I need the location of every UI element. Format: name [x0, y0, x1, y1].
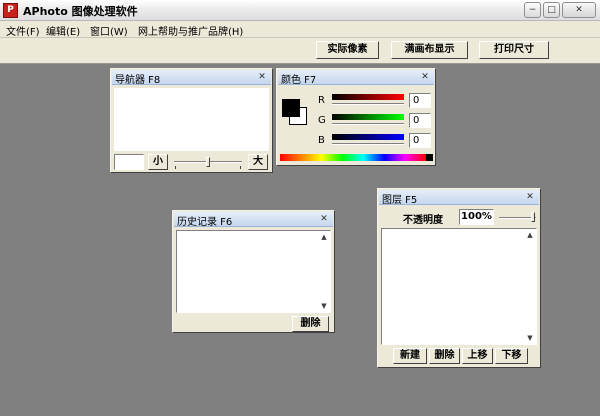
- navigator-title: 导航器 F8: [115, 75, 161, 86]
- zoom-in-button[interactable]: 大: [248, 154, 268, 170]
- layer-new-button[interactable]: 新建: [393, 348, 427, 364]
- layers-title: 图层 F5: [382, 195, 418, 206]
- channel-g-label: G: [318, 115, 326, 126]
- zoom-slider-thumb[interactable]: [206, 157, 210, 167]
- slider-tick: [240, 166, 241, 169]
- menu-edit[interactable]: 编辑(E): [46, 23, 80, 38]
- channel-r-value[interactable]: 0: [409, 93, 431, 108]
- navigator-preview: [114, 88, 269, 151]
- fit-screen-button[interactable]: 满画布显示: [391, 41, 468, 59]
- channel-r-slider[interactable]: [332, 103, 404, 105]
- close-button[interactable]: ✕: [562, 2, 596, 18]
- minimize-button[interactable]: −: [524, 2, 541, 18]
- scroll-up-icon[interactable]: ▲: [525, 231, 535, 239]
- layers-list[interactable]: ▲ ▼: [381, 228, 537, 345]
- scroll-down-icon[interactable]: ▼: [525, 334, 535, 342]
- layer-delete-button[interactable]: 删除: [429, 348, 460, 364]
- close-icon[interactable]: ✕: [420, 72, 430, 82]
- color-title: 颜色 F7: [281, 75, 317, 86]
- opacity-label: 不透明度: [403, 215, 443, 226]
- history-title: 历史记录 F6: [177, 217, 233, 228]
- history-list[interactable]: ▲ ▼: [176, 230, 331, 313]
- app-icon: P: [3, 3, 18, 18]
- layer-move-down-button[interactable]: 下移: [495, 348, 528, 364]
- layers-titlebar[interactable]: 图层 F5 ✕: [379, 190, 539, 206]
- scroll-up-icon[interactable]: ▲: [319, 233, 329, 241]
- scroll-down-icon[interactable]: ▼: [319, 302, 329, 310]
- navigator-zoom-input[interactable]: [114, 154, 144, 170]
- spectrum-black-swatch[interactable]: [426, 154, 433, 161]
- channel-g-gradient: [332, 114, 404, 120]
- actual-pixels-button[interactable]: 实际像素: [316, 41, 379, 59]
- opacity-slider-thumb[interactable]: [531, 212, 535, 222]
- color-titlebar[interactable]: 颜色 F7 ✕: [278, 70, 434, 86]
- menu-help[interactable]: 网上帮助与推广品牌(H): [138, 23, 243, 38]
- channel-b-label: B: [318, 135, 325, 146]
- window-title: APhoto 图像处理软件: [23, 5, 138, 18]
- layers-panel: 图层 F5 ✕ 不透明度 100% ▲ ▼ 新建 删除 上移 下移: [377, 188, 541, 368]
- channel-r-gradient: [332, 94, 404, 100]
- history-titlebar[interactable]: 历史记录 F6 ✕: [174, 212, 333, 228]
- title-bar: P APhoto 图像处理软件 − □ ✕: [0, 0, 600, 21]
- toolbar: 实际像素 满画布显示 打印尺寸: [0, 38, 600, 64]
- channel-b-slider[interactable]: [332, 143, 404, 145]
- channel-b-gradient: [332, 134, 404, 140]
- channel-g-slider[interactable]: [332, 123, 404, 125]
- history-panel: 历史记录 F6 ✕ ▲ ▼ 删除: [172, 210, 335, 333]
- layer-move-up-button[interactable]: 上移: [462, 348, 493, 364]
- menu-window[interactable]: 窗口(W): [90, 23, 128, 38]
- navigator-titlebar[interactable]: 导航器 F8 ✕: [112, 70, 271, 86]
- history-delete-button[interactable]: 删除: [292, 316, 329, 332]
- opacity-value[interactable]: 100%: [459, 209, 494, 225]
- menu-file[interactable]: 文件(F): [6, 23, 40, 38]
- menu-bar: 文件(F) 编辑(E) 窗口(W) 网上帮助与推广品牌(H): [0, 21, 600, 38]
- channel-r-label: R: [318, 95, 325, 106]
- zoom-out-button[interactable]: 小: [148, 154, 168, 170]
- channel-g-value[interactable]: 0: [409, 113, 431, 128]
- close-icon[interactable]: ✕: [257, 72, 267, 82]
- foreground-color-swatch[interactable]: [282, 99, 300, 117]
- color-spectrum[interactable]: [280, 154, 426, 161]
- close-icon[interactable]: ✕: [319, 214, 329, 224]
- slider-tick: [175, 166, 176, 169]
- print-size-button[interactable]: 打印尺寸: [479, 41, 549, 59]
- channel-b-value[interactable]: 0: [409, 133, 431, 148]
- close-icon[interactable]: ✕: [525, 192, 535, 202]
- maximize-button[interactable]: □: [543, 2, 560, 18]
- navigator-panel: 导航器 F8 ✕ 小 大: [110, 68, 273, 173]
- color-panel: 颜色 F7 ✕ R 0 G 0 B 0: [276, 68, 436, 166]
